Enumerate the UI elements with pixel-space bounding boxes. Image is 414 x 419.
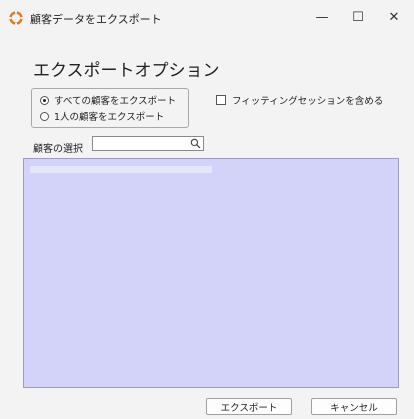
customer-list[interactable] — [23, 158, 399, 388]
app-logo-icon — [8, 10, 24, 26]
export-scope-group: すべての顧客をエクスポート 1人の顧客をエクスポート — [31, 88, 189, 128]
customer-search-field[interactable] — [92, 136, 204, 157]
export-customer-data-window: 顧客データをエクスポート — ☐ ✕ エクスポートオプション すべての顧客をエク… — [0, 0, 414, 419]
radio-selected-icon[interactable] — [40, 95, 49, 105]
export-all-radio[interactable]: すべての顧客をエクスポート — [40, 93, 176, 107]
include-fitting-sessions-checkbox[interactable]: フィッティングセッションを含める — [216, 93, 383, 107]
list-item[interactable] — [30, 166, 212, 173]
maximize-button[interactable]: ☐ — [340, 0, 376, 34]
export-button[interactable]: エクスポート — [206, 398, 292, 415]
export-one-radio[interactable]: 1人の顧客をエクスポート — [40, 109, 164, 123]
close-button[interactable]: ✕ — [376, 0, 412, 34]
window-title: 顧客データをエクスポート — [30, 13, 162, 26]
title-bar[interactable]: 顧客データをエクスポート — ☐ ✕ — [0, 0, 414, 34]
page-title: エクスポートオプション — [33, 61, 220, 81]
include-fitting-sessions-label: フィッティングセッションを含める — [232, 96, 384, 107]
search-icon[interactable] — [190, 138, 201, 149]
customer-search-input[interactable] — [93, 143, 193, 157]
export-all-label: すべての顧客をエクスポート — [54, 96, 177, 107]
export-one-label: 1人の顧客をエクスポート — [54, 112, 165, 123]
customer-select-label: 顧客の選択 — [33, 144, 83, 155]
minimize-button[interactable]: — — [304, 0, 340, 34]
cancel-button[interactable]: キャンセル — [311, 398, 397, 415]
radio-unselected-icon[interactable] — [40, 111, 49, 121]
checkbox-box[interactable] — [216, 95, 226, 105]
